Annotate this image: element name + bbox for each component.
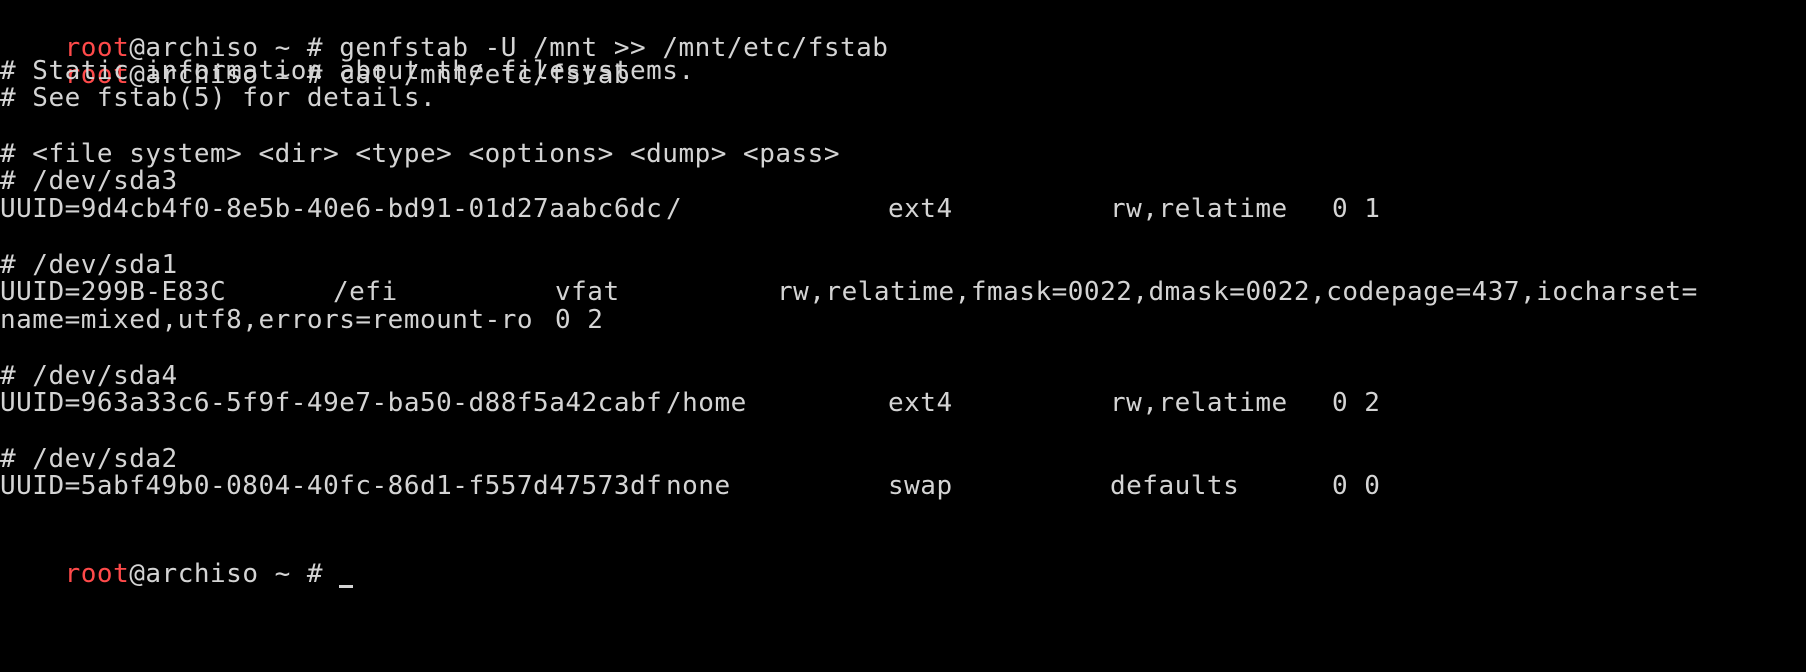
fstab-entry-row: UUID=5abf49b0-0804-40fc-86d1-f557d47573d… — [0, 470, 1806, 502]
fstab-type: ext4 — [888, 194, 953, 224]
fstab-options: rw,relatime — [1110, 388, 1288, 418]
prompt-host: @archiso ~ # — [129, 559, 340, 589]
fstab-dir: /home — [666, 388, 747, 418]
prompt-user: root — [64, 559, 130, 589]
fstab-entry-row-continued: name=mixed,utf8,errors=remount-ro 0 2 — [0, 304, 1806, 336]
fstab-options-continued: name=mixed,utf8,errors=remount-ro — [0, 305, 534, 335]
fstab-uuid: UUID=9d4cb4f0-8e5b-40e6-bd91-01d27aabc6d… — [0, 194, 663, 224]
fstab-entry-row: UUID=963a33c6-5f9f-49e7-ba50-d88f5a42cab… — [0, 387, 1806, 419]
fstab-entry-row: UUID=9d4cb4f0-8e5b-40e6-bd91-01d27aabc6d… — [0, 193, 1806, 225]
prompt-line[interactable]: root@archiso ~ # — [0, 526, 354, 589]
fstab-options: rw,relatime — [1110, 194, 1288, 224]
fstab-dump-pass: 0 1 — [1332, 194, 1381, 224]
fstab-dump-pass: 0 0 — [1332, 471, 1381, 501]
fstab-uuid: UUID=963a33c6-5f9f-49e7-ba50-d88f5a42cab… — [0, 388, 663, 418]
fstab-type: swap — [888, 471, 953, 501]
fstab-comment: # See fstab(5) for details. — [0, 83, 437, 113]
text-cursor — [339, 585, 354, 588]
fstab-options: defaults — [1110, 471, 1240, 501]
fstab-dump-pass: 0 2 — [1332, 388, 1381, 418]
terminal-window[interactable]: root@archiso ~ # genfstab -U /mnt >> /mn… — [0, 0, 1806, 672]
fstab-uuid: UUID=5abf49b0-0804-40fc-86d1-f557d47573d… — [0, 471, 663, 501]
fstab-dir: / — [666, 194, 683, 224]
fstab-type: ext4 — [888, 388, 953, 418]
fstab-dir: none — [666, 471, 731, 501]
fstab-dump-pass: 0 2 — [555, 305, 604, 335]
